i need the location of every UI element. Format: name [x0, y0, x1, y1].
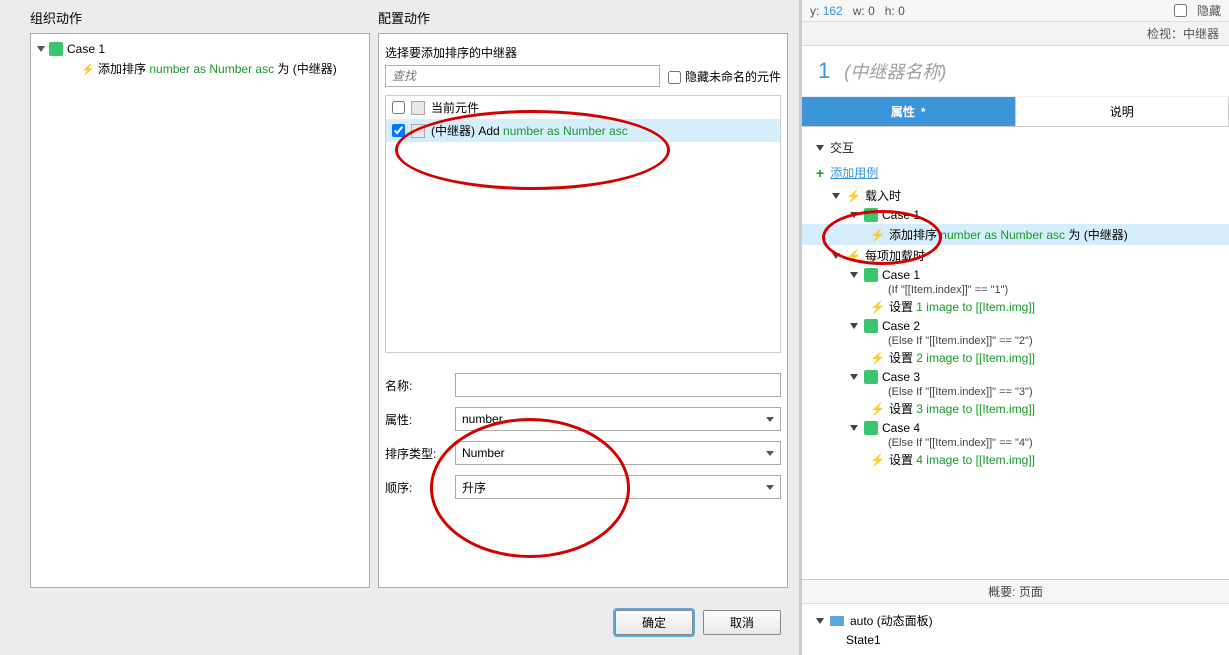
action-node[interactable]: ⚡设置 2 image to [[Item.img]] — [802, 347, 1229, 368]
property-value: number — [462, 412, 503, 426]
panel-icon — [830, 616, 844, 626]
case-node[interactable]: Case 3 — [802, 368, 1229, 386]
organize-actions-panel: 组织动作 Case 1 添加排序 number as Number asc 为 … — [30, 8, 370, 588]
outline-item[interactable]: auto (动态面板) — [816, 610, 1215, 631]
outline-title: 概要: 页面 — [802, 580, 1229, 604]
chevron-down-icon — [832, 193, 840, 199]
widget-icon — [411, 101, 425, 115]
chevron-down-icon — [816, 618, 824, 624]
property-select[interactable]: number — [455, 407, 781, 431]
list-item-repeater[interactable]: (中继器) Add number as Number asc — [386, 119, 780, 142]
action-node[interactable]: ⚡设置 1 image to [[Item.img]] — [802, 296, 1229, 317]
case-condition: (If "[[Item.index]]" == "1") — [802, 284, 1229, 296]
ok-button[interactable]: 确定 — [615, 610, 693, 635]
repeater-label: (中继器) Add number as Number asc — [431, 122, 628, 139]
chevron-down-icon — [766, 451, 774, 456]
case-node[interactable]: Case 4 — [802, 419, 1229, 437]
organize-actions-title: 组织动作 — [30, 8, 370, 27]
name-input[interactable] — [455, 373, 781, 397]
select-repeater-label: 选择要添加排序的中继器 — [385, 44, 781, 61]
inspector-tabs: 属性* 说明 — [802, 97, 1229, 127]
current-widget-label: 当前元件 — [431, 99, 479, 116]
element-list: 当前元件 (中继器) Add number as Number asc — [385, 95, 781, 353]
bolt-icon — [81, 62, 95, 76]
inspector-index: 1 — [818, 58, 830, 84]
case-condition: (Else If "[[Item.index]]" == "2") — [802, 335, 1229, 347]
hidden-label: 隐藏 — [1197, 2, 1221, 19]
expand-icon — [37, 46, 45, 52]
dialog-area: 组织动作 Case 1 添加排序 number as Number asc 为 … — [0, 0, 801, 655]
current-widget-checkbox[interactable] — [392, 101, 405, 114]
cancel-button[interactable]: 取消 — [703, 610, 781, 635]
case-condition: (Else If "[[Item.index]]" == "3") — [802, 386, 1229, 398]
action-node[interactable]: ⚡设置 4 image to [[Item.img]] — [802, 449, 1229, 470]
inspector-body: 交互 + 添加用例 ⚡ 载入时 Case 1 ⚡ 添加排序 number as … — [802, 127, 1229, 579]
inspector-title-row: 1 (中继器名称) — [802, 46, 1229, 97]
chevron-down-icon — [850, 212, 858, 218]
add-case-row[interactable]: + 添加用例 — [802, 160, 1229, 185]
sort-form: 名称: 属性: number 排序类型: — [385, 363, 781, 509]
sort-type-label: 排序类型: — [385, 445, 455, 462]
outline-item-label: auto (动态面板) — [850, 612, 933, 629]
action-node[interactable]: ⚡设置 3 image to [[Item.img]] — [802, 398, 1229, 419]
repeater-checkbox[interactable] — [392, 124, 405, 137]
inspector-header: 检视：中继器 — [802, 22, 1229, 46]
hidden-checkbox[interactable] — [1174, 4, 1187, 17]
hide-unnamed-checkbox[interactable] — [668, 71, 681, 84]
list-item-current[interactable]: 当前元件 — [386, 96, 780, 119]
case-node[interactable]: Case 1 — [802, 206, 1229, 224]
plus-icon: + — [816, 165, 824, 181]
event-itemload[interactable]: ⚡ 每项加载时 — [802, 245, 1229, 266]
case-node[interactable]: Case 2 — [802, 317, 1229, 335]
configure-action-panel: 配置动作 选择要添加排序的中继器 隐藏未命名的元件 当前元件 — [378, 8, 788, 588]
hide-unnamed-option[interactable]: 隐藏未命名的元件 — [668, 68, 781, 85]
add-case-link[interactable]: 添加用例 — [830, 164, 878, 181]
configure-action-title: 配置动作 — [378, 8, 788, 27]
property-label: 属性: — [385, 411, 455, 428]
case-node[interactable]: Case 1 — [37, 40, 363, 58]
case-icon — [49, 42, 63, 56]
case-label: Case 1 — [67, 42, 105, 56]
hide-unnamed-label: 隐藏未命名的元件 — [685, 70, 781, 84]
order-value: 升序 — [462, 479, 486, 496]
case-node[interactable]: Case 1 — [802, 266, 1229, 284]
action-node[interactable]: 添加排序 number as Number asc 为 (中继器) — [37, 58, 363, 79]
inspector-ruler: y: 162 w: 0 h: 0 隐藏 — [802, 0, 1229, 22]
case-icon — [864, 208, 878, 222]
state-label: State1 — [846, 633, 881, 647]
widget-icon — [411, 124, 425, 138]
inspector-name-placeholder[interactable]: (中继器名称) — [844, 58, 946, 84]
organize-actions-tree: Case 1 添加排序 number as Number asc 为 (中继器) — [30, 33, 370, 588]
event-onload[interactable]: ⚡ 载入时 — [802, 185, 1229, 206]
sort-type-select[interactable]: Number — [455, 441, 781, 465]
order-label: 顺序: — [385, 479, 455, 496]
tab-notes[interactable]: 说明 — [1016, 97, 1229, 126]
inspector-footer: 概要: 页面 auto (动态面板) State1 — [802, 579, 1229, 655]
interactions-section[interactable]: 交互 — [802, 135, 1229, 160]
action-label: 添加排序 number as Number asc 为 (中继器) — [98, 60, 337, 77]
chevron-down-icon — [816, 145, 824, 151]
order-select[interactable]: 升序 — [455, 475, 781, 499]
inspector-panel: y: 162 w: 0 h: 0 隐藏 检视：中继器 1 (中继器名称) 属性*… — [801, 0, 1229, 655]
chevron-down-icon — [766, 485, 774, 490]
chevron-down-icon — [766, 417, 774, 422]
sort-type-value: Number — [462, 446, 505, 460]
case-condition: (Else If "[[Item.index]]" == "4") — [802, 437, 1229, 449]
search-input[interactable] — [385, 65, 660, 87]
chevron-down-icon — [832, 253, 840, 259]
action-node[interactable]: ⚡ 添加排序 number as Number asc 为 (中继器) — [802, 224, 1229, 245]
name-label: 名称: — [385, 377, 455, 394]
interactions-title: 交互 — [830, 139, 854, 156]
tab-properties[interactable]: 属性* — [802, 97, 1016, 126]
outline-state[interactable]: State1 — [816, 631, 1215, 649]
